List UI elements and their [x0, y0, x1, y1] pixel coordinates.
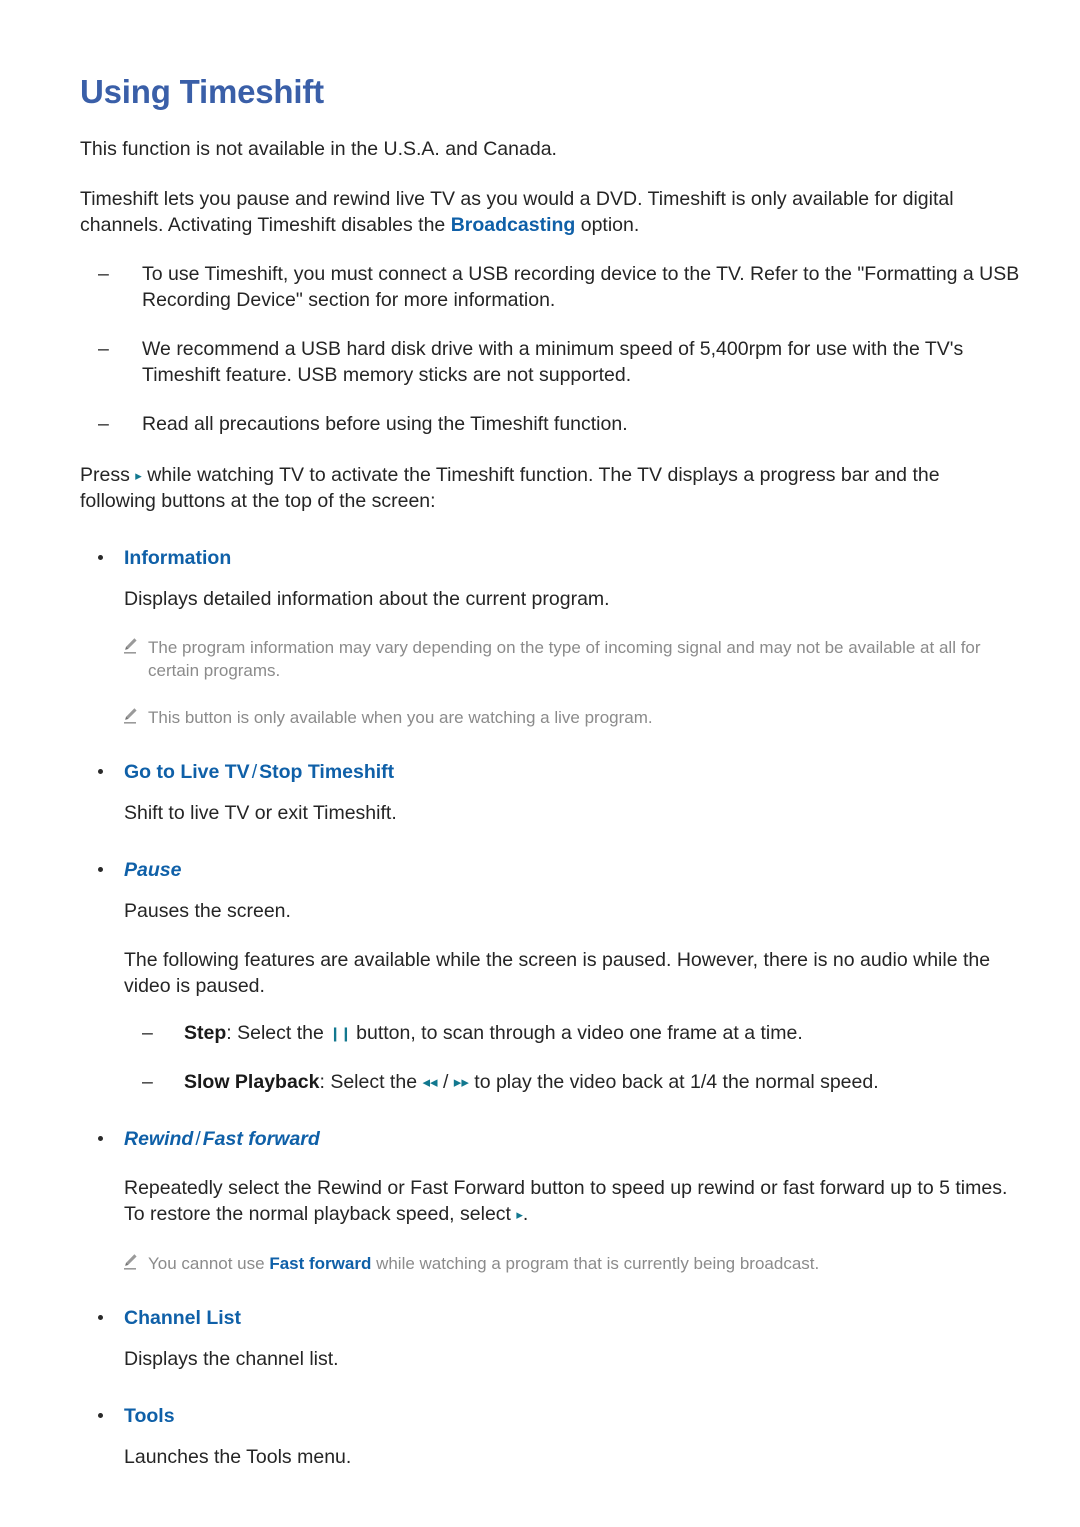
section-heading-channel-list: Channel List	[80, 1305, 1020, 1331]
note-row: The program information may vary dependi…	[80, 636, 1020, 682]
dash-marker: –	[98, 263, 109, 286]
press-text-before: Press	[80, 463, 136, 486]
section-heading-tools: Tools	[80, 1403, 1020, 1429]
page-title: Using Timeshift	[80, 73, 324, 110]
section-heading-label: Pause	[124, 858, 182, 881]
bullet-icon	[98, 1136, 103, 1142]
play-icon: ▸	[516, 1206, 523, 1222]
pencil-icon	[122, 707, 139, 725]
intro-paragraph: Timeshift lets you pause and rewind live…	[80, 187, 1020, 238]
sub-item-label: Step	[184, 1022, 227, 1045]
note-text: This button is only available when you a…	[148, 708, 653, 728]
pencil-icon	[122, 1253, 139, 1271]
sub-item-text-after: button, to scan through a video one fram…	[350, 1022, 803, 1045]
bullet-icon	[98, 866, 103, 872]
dash-marker: –	[142, 1022, 153, 1045]
note-row: You cannot use Fast forward while watchi…	[80, 1252, 1020, 1275]
bullet-icon	[98, 1315, 103, 1321]
pause-icon: ❙❙	[329, 1025, 351, 1042]
section-heading-label-primary: Rewind	[124, 1128, 194, 1151]
note-text-before-link: You cannot use	[148, 1254, 270, 1274]
sub-item-label: Slow Playback	[184, 1070, 320, 1093]
press-instruction-paragraph: Press ▸ while watching TV to activate th…	[80, 463, 1020, 515]
section-heading-pause: Pause	[80, 857, 1020, 883]
section-heading-information: Information	[80, 545, 1020, 571]
section-heading-label: Tools	[124, 1404, 175, 1427]
description-text-before: Repeatedly select the Rewind or Fast For…	[124, 1177, 1008, 1225]
bullet-icon	[98, 769, 103, 775]
press-text-after: while watching TV to activate the Timesh…	[80, 463, 940, 513]
requirement-text: Read all precautions before using the Ti…	[142, 413, 628, 436]
pause-sub-item-slow-playback: – Slow Playback: Select the ◂◂ / ▸▸ to p…	[80, 1070, 1020, 1097]
section-heading-label: Channel List	[124, 1307, 242, 1330]
section-description: Displays detailed information about the …	[124, 587, 610, 610]
broadcasting-link[interactable]: Broadcasting	[451, 214, 576, 236]
section-heading-label-secondary: Stop Timeshift	[259, 761, 395, 784]
dash-marker: –	[98, 413, 109, 436]
sub-item-text-after: to play the video back at 1/4 the normal…	[468, 1070, 879, 1093]
bullet-icon	[98, 1412, 103, 1418]
requirement-text: To use Timeshift, you must connect a USB…	[142, 263, 1020, 311]
document-page: Using Timeshift This function is not ava…	[0, 0, 1080, 1527]
intro-text-after-link: option.	[575, 213, 640, 236]
intro-availability-paragraph: This function is not available in the U.…	[80, 137, 557, 160]
fast-forward-link[interactable]: Fast forward	[269, 1254, 371, 1273]
section-heading-label-primary: Go to Live TV	[124, 761, 250, 784]
dash-marker: –	[142, 1070, 153, 1093]
glyph-separator: /	[437, 1070, 454, 1093]
section-description: Launches the Tools menu.	[124, 1445, 352, 1468]
bullet-icon	[98, 554, 103, 560]
pause-extra-paragraph: The following features are available whi…	[124, 949, 991, 997]
section-heading-go-to-live-tv: Go to Live TV / Stop Timeshift	[80, 759, 1020, 785]
section-heading-rewind-fast-forward: Rewind / Fast forward	[80, 1126, 1020, 1152]
sub-item-text-before: : Select the	[226, 1022, 330, 1045]
requirement-item: – Read all precautions before using the …	[80, 412, 1020, 438]
requirement-text: We recommend a USB hard disk drive with …	[142, 338, 964, 386]
heading-separator: /	[251, 761, 258, 784]
heading-separator: /	[195, 1128, 201, 1151]
note-text-after-link: while watching a program that is current…	[371, 1254, 820, 1274]
fast-forward-icon: ▸▸	[453, 1073, 469, 1091]
pause-sub-item-step: – Step: Select the ❙❙ button, to scan th…	[80, 1021, 1020, 1048]
note-text: The program information may vary dependi…	[148, 638, 981, 681]
sub-item-text-before: : Select the	[319, 1070, 423, 1093]
section-description: Shift to live TV or exit Timeshift.	[124, 802, 397, 825]
note-row: This button is only available when you a…	[80, 706, 1020, 729]
section-description: Pauses the screen.	[124, 899, 291, 922]
play-icon: ▸	[135, 467, 142, 483]
description-text-after: .	[522, 1202, 529, 1225]
section-heading-label-secondary: Fast forward	[202, 1128, 320, 1151]
pencil-icon	[122, 637, 139, 655]
rewind-icon: ◂◂	[422, 1073, 438, 1091]
requirement-item: – To use Timeshift, you must connect a U…	[80, 262, 1020, 313]
section-heading-label: Information	[124, 546, 232, 569]
requirement-item: – We recommend a USB hard disk drive wit…	[80, 337, 1020, 388]
dash-marker: –	[98, 338, 109, 361]
section-description: Repeatedly select the Rewind or Fast For…	[80, 1176, 1020, 1228]
section-description: Displays the channel list.	[124, 1348, 339, 1371]
